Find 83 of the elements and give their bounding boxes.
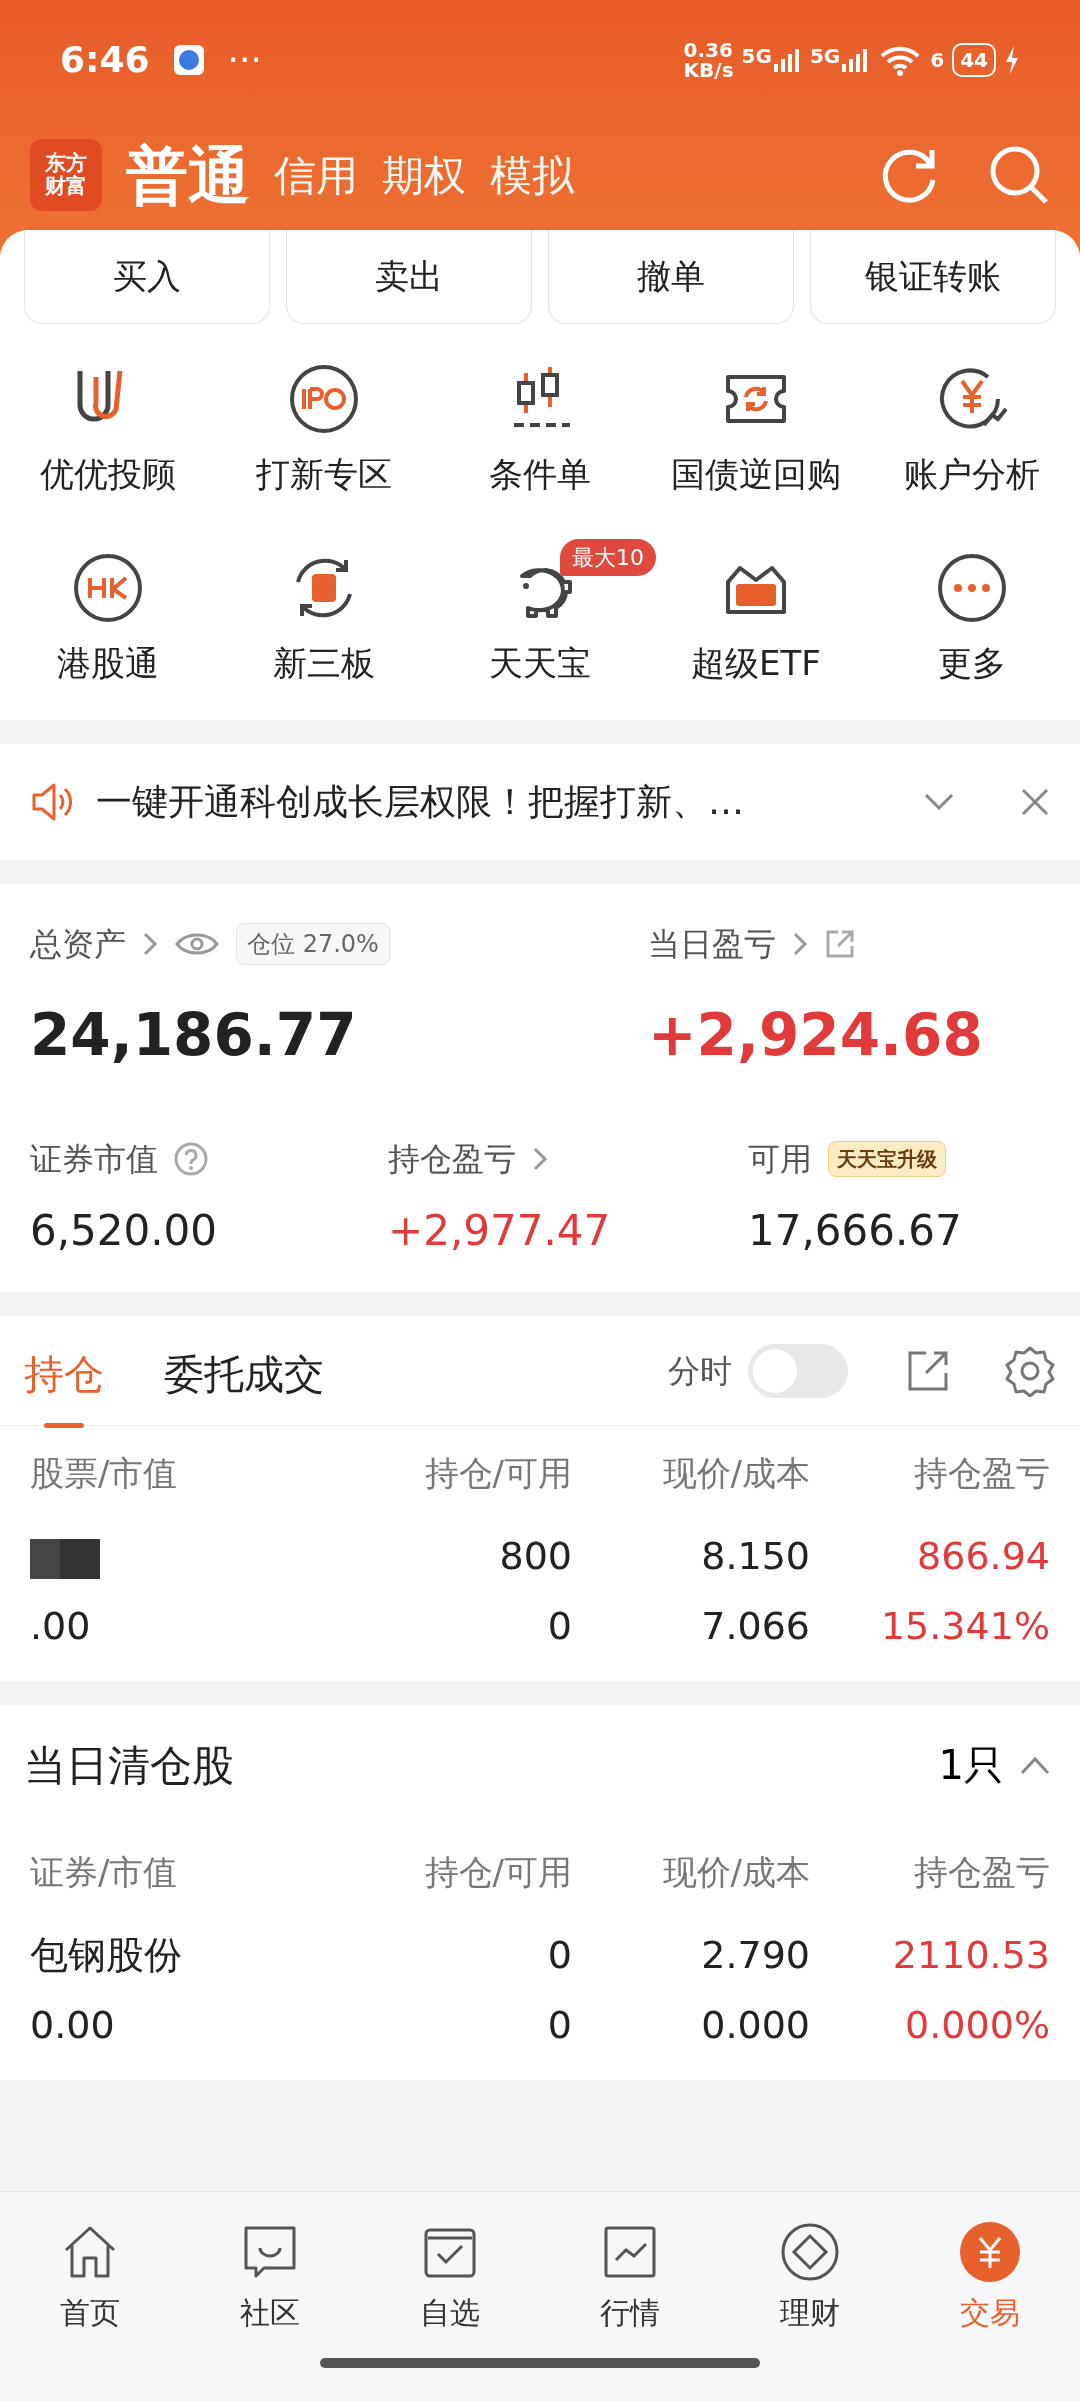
feature-item[interactable]: 账户分析 [898, 362, 1046, 501]
speaker-icon [30, 781, 72, 823]
close-icon[interactable] [1020, 787, 1050, 817]
column-header: 持仓/可用 [423, 1851, 572, 1894]
diamond-circle-icon [780, 2222, 840, 2282]
table-cell-text: 7.066 [700, 1603, 810, 1650]
action-button[interactable]: 撤单 [548, 230, 794, 324]
action-button[interactable]: 卖出 [286, 230, 532, 324]
speed-unit: KB/s [683, 60, 734, 80]
action-button[interactable]: 买入 [24, 230, 270, 324]
nav-tab[interactable]: 社区 [180, 2192, 360, 2336]
total-assets-label[interactable]: 总资产 [30, 920, 126, 968]
status-time: 6:46 [60, 38, 150, 82]
daily-pnl-label[interactable]: 当日盈亏 [648, 920, 776, 968]
table-cell-text: 866.94 [916, 1533, 1050, 1580]
table-cell-text: 15.341% [879, 1603, 1050, 1650]
network-type: 5G [809, 46, 841, 66]
available-label[interactable]: 可用 [748, 1135, 812, 1183]
feature-item[interactable]: 更多 [930, 551, 1014, 690]
more-icon [936, 552, 1008, 624]
upgrade-badge[interactable]: 天天宝升级 [828, 1141, 946, 1177]
column-header: 持仓盈亏 [913, 1452, 1050, 1495]
search-icon[interactable] [988, 144, 1050, 206]
feature-item[interactable]: 打新专区 [250, 362, 398, 501]
wifi-generation: 6 [930, 50, 945, 70]
column-header: 现价/成本 [661, 1851, 810, 1894]
feature-item[interactable]: 优优投顾 [34, 362, 182, 501]
promo-badge: 最大10 [560, 539, 656, 576]
feature-item[interactable]: 港股通 [51, 551, 165, 690]
hk-icon [72, 552, 144, 624]
yuan-icon [960, 2222, 1020, 2282]
network-speed: 0.36 [683, 40, 734, 60]
table-cell-text: 0.000 [700, 2002, 810, 2049]
section-title: 当日清仓股 [24, 1739, 234, 1792]
settings-icon[interactable] [1004, 1344, 1056, 1397]
share-icon [824, 928, 856, 960]
daily-pnl-value: +2,924.68 [648, 1000, 983, 1071]
table-cell-text: 8.150 [700, 1533, 810, 1580]
column-header: 证券/市值 [30, 1851, 179, 1894]
more-dots: ··· [227, 38, 262, 82]
total-assets-value: 24,186.77 [30, 1000, 358, 1071]
network-type: 5G [741, 46, 772, 66]
nav-tab[interactable]: 首页 [0, 2192, 180, 2336]
table-cell-text: 0.000% [904, 2002, 1050, 2049]
action-button[interactable]: 银证转账 [810, 230, 1056, 324]
ipo-icon [288, 363, 360, 435]
column-header: 持仓/可用 [423, 1452, 572, 1495]
feature-item[interactable]: 条件单 [483, 362, 597, 501]
nav-tab[interactable]: 行情 [540, 2192, 720, 2336]
holdings-tab[interactable]: 委托成交 [164, 1333, 324, 1428]
nav-tab[interactable]: 自选 [360, 2192, 540, 2336]
help-icon [174, 1142, 208, 1176]
holding-pnl-value: +2,977.47 [388, 1205, 612, 1257]
table-cell-text: 0 [546, 1932, 572, 1979]
feature-item[interactable]: 超级ETF [685, 551, 827, 690]
table-cell-text: 2110.53 [891, 1932, 1050, 1979]
table-cell-text: 2.790 [700, 1932, 810, 1979]
column-header: 现价/成本 [661, 1452, 810, 1495]
stock-name[interactable]: 包钢股份 [30, 1933, 182, 1977]
table-cell-text: .00 [30, 1603, 92, 1650]
column-header: 持仓盈亏 [913, 1851, 1050, 1894]
intraday-label: 分时 [668, 1350, 732, 1392]
battery-level: 44 [952, 43, 996, 77]
collapse-toggle[interactable]: 1只 [932, 1734, 1056, 1796]
column-header: 股票/市值 [30, 1452, 179, 1495]
table-cell-text: 800 [498, 1533, 572, 1580]
available-value: 17,666.67 [748, 1205, 962, 1257]
table-cell-text: 0 [546, 1603, 572, 1650]
feature-item[interactable]: 国债逆回购 [665, 362, 847, 501]
table-cell-text: 0 [546, 2002, 572, 2049]
chevron-right-icon [532, 1145, 548, 1173]
market-value-value: 6,520.00 [30, 1205, 219, 1257]
nav-tab[interactable]: 理财 [720, 2192, 900, 2336]
market-value-label[interactable]: 证券市值 [30, 1135, 158, 1183]
table-cell-text: 0.00 [30, 2002, 116, 2049]
app-logo: 东方 财富 [30, 139, 102, 211]
holding-pnl-label[interactable]: 持仓盈亏 [388, 1135, 516, 1183]
signal-icon [771, 46, 802, 74]
feature-item[interactable]: 新三板 [267, 551, 381, 690]
chevron-right-icon [142, 930, 158, 958]
position-ratio: 仓位 27.0% [236, 923, 390, 965]
chevron-right-icon [792, 930, 808, 958]
app-notification-icon [173, 45, 204, 75]
